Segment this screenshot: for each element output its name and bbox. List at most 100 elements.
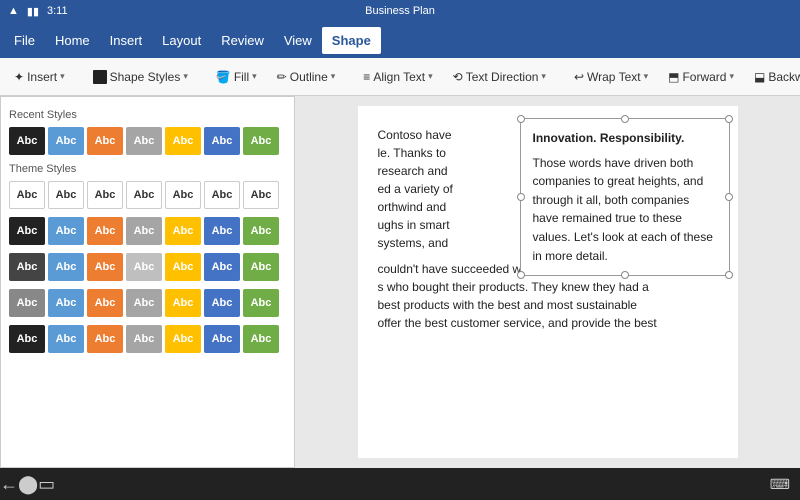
- style-box[interactable]: Abc: [48, 289, 84, 317]
- document-area: Contoso have le. Thanks to research and …: [295, 96, 800, 468]
- menu-shape[interactable]: Shape: [322, 27, 381, 54]
- style-box[interactable]: Abc: [48, 253, 84, 281]
- shape-styles-dropdown[interactable]: Recent Styles Abc Abc Abc Abc Abc Abc Ab…: [0, 96, 295, 468]
- text-box-body: Those words have driven both companies t…: [533, 154, 717, 266]
- style-box[interactable]: Abc: [243, 289, 279, 317]
- back-button[interactable]: ←: [0, 474, 18, 495]
- resize-handle-tm[interactable]: [621, 115, 629, 123]
- menu-view[interactable]: View: [274, 27, 322, 54]
- style-box[interactable]: Abc: [9, 325, 45, 353]
- wrap-text-icon: ↩: [574, 70, 584, 84]
- style-box[interactable]: Abc: [243, 217, 279, 245]
- style-box[interactable]: Abc: [204, 253, 240, 281]
- style-box[interactable]: Abc: [165, 127, 201, 155]
- forward-button[interactable]: ⬒ Forward ▾: [660, 66, 742, 88]
- status-icons: ▲ ▮▮ 3:11: [8, 5, 74, 18]
- shape-styles-arrow-icon: ▾: [183, 71, 188, 82]
- home-button[interactable]: ⬤: [18, 474, 38, 495]
- wrap-text-button[interactable]: ↩ Wrap Text ▾: [566, 66, 656, 88]
- insert-button[interactable]: ✦ Insert ▾: [6, 66, 73, 88]
- resize-handle-ml[interactable]: [517, 193, 525, 201]
- style-box[interactable]: Abc: [126, 253, 162, 281]
- document-page: Contoso have le. Thanks to research and …: [358, 106, 738, 458]
- style-box[interactable]: Abc: [243, 181, 279, 209]
- style-box[interactable]: Abc: [126, 289, 162, 317]
- style-box[interactable]: Abc: [126, 127, 162, 155]
- menu-file[interactable]: File: [4, 27, 45, 54]
- fill-button[interactable]: 🪣 Fill ▾: [208, 66, 265, 88]
- resize-handle-mr[interactable]: [725, 193, 733, 201]
- style-box[interactable]: Abc: [9, 181, 45, 209]
- style-box[interactable]: Abc: [204, 217, 240, 245]
- style-box[interactable]: Abc: [243, 127, 279, 155]
- text-direction-button[interactable]: ⟲ Text Direction ▾: [445, 66, 554, 88]
- theme-row-5: Abc Abc Abc Abc Abc Abc Abc: [9, 325, 286, 353]
- style-box[interactable]: Abc: [165, 253, 201, 281]
- style-box[interactable]: Abc: [165, 181, 201, 209]
- style-box[interactable]: Abc: [48, 181, 84, 209]
- backward-button[interactable]: ⬓ Backward ▾: [746, 66, 800, 88]
- style-box[interactable]: Abc: [87, 217, 123, 245]
- menu-layout[interactable]: Layout: [152, 27, 211, 54]
- text-direction-arrow-icon: ▾: [541, 71, 546, 82]
- toolbar: ✦ Insert ▾ Shape Styles ▾ 🪣 Fill ▾ ✏ Out…: [0, 58, 800, 96]
- shape-styles-button[interactable]: Shape Styles ▾: [85, 66, 196, 88]
- align-arrow-icon: ▾: [428, 71, 433, 82]
- title-bar: Business Plan ▲ ▮▮ 3:11: [0, 0, 800, 22]
- style-box[interactable]: Abc: [87, 181, 123, 209]
- menu-insert[interactable]: Insert: [100, 27, 153, 54]
- style-box[interactable]: Abc: [48, 325, 84, 353]
- resize-handle-bm[interactable]: [621, 271, 629, 279]
- style-box[interactable]: Abc: [9, 127, 45, 155]
- style-box[interactable]: Abc: [165, 217, 201, 245]
- resize-handle-tl[interactable]: [517, 115, 525, 123]
- wrap-arrow-icon: ▾: [644, 71, 649, 82]
- wifi-icon: ▲: [8, 5, 19, 17]
- style-box[interactable]: Abc: [87, 325, 123, 353]
- style-box[interactable]: Abc: [243, 325, 279, 353]
- style-box[interactable]: Abc: [126, 181, 162, 209]
- style-box[interactable]: Abc: [204, 325, 240, 353]
- theme-row-3: Abc Abc Abc Abc Abc Abc Abc: [9, 253, 286, 281]
- forward-arrow-icon: ▾: [729, 71, 734, 82]
- menu-home[interactable]: Home: [45, 27, 100, 54]
- outline-button[interactable]: ✏ Outline ▾: [269, 66, 344, 88]
- style-box[interactable]: Abc: [204, 181, 240, 209]
- style-box[interactable]: Abc: [9, 289, 45, 317]
- style-box[interactable]: Abc: [9, 217, 45, 245]
- resize-handle-bl[interactable]: [517, 271, 525, 279]
- recent-styles-grid: Abc Abc Abc Abc Abc Abc Abc: [9, 127, 286, 155]
- resize-handle-br[interactable]: [725, 271, 733, 279]
- text-box[interactable]: Innovation. Responsibility. Those words …: [520, 118, 730, 276]
- style-box[interactable]: Abc: [126, 217, 162, 245]
- shape-styles-icon: [93, 70, 107, 84]
- keyboard-button[interactable]: ⌨: [770, 476, 790, 493]
- style-box[interactable]: Abc: [87, 253, 123, 281]
- style-box[interactable]: Abc: [87, 127, 123, 155]
- backward-icon: ⬓: [754, 70, 765, 84]
- align-text-button[interactable]: ≡ Align Text ▾: [355, 66, 440, 88]
- style-box[interactable]: Abc: [87, 289, 123, 317]
- insert-arrow-icon: ▾: [60, 71, 65, 82]
- doc-text-1: Contoso have le. Thanks to research and …: [378, 126, 498, 252]
- style-box[interactable]: Abc: [204, 127, 240, 155]
- recent-apps-button[interactable]: ▭: [38, 474, 55, 495]
- forward-icon: ⬒: [668, 70, 679, 84]
- theme-row-2: Abc Abc Abc Abc Abc Abc Abc: [9, 217, 286, 245]
- style-box[interactable]: Abc: [9, 253, 45, 281]
- fill-arrow-icon: ▾: [252, 71, 257, 82]
- style-box[interactable]: Abc: [48, 217, 84, 245]
- style-box[interactable]: Abc: [204, 289, 240, 317]
- resize-handle-tr[interactable]: [725, 115, 733, 123]
- style-box[interactable]: Abc: [48, 127, 84, 155]
- time-display: 3:11: [47, 5, 68, 17]
- style-box[interactable]: Abc: [165, 325, 201, 353]
- menu-review[interactable]: Review: [211, 27, 274, 54]
- style-box[interactable]: Abc: [165, 289, 201, 317]
- theme-styles-label: Theme Styles: [9, 163, 286, 175]
- theme-row-4: Abc Abc Abc Abc Abc Abc Abc: [9, 289, 286, 317]
- style-box[interactable]: Abc: [126, 325, 162, 353]
- battery-icon: ▮▮: [27, 5, 39, 18]
- theme-row-1: Abc Abc Abc Abc Abc Abc Abc: [9, 181, 286, 209]
- style-box[interactable]: Abc: [243, 253, 279, 281]
